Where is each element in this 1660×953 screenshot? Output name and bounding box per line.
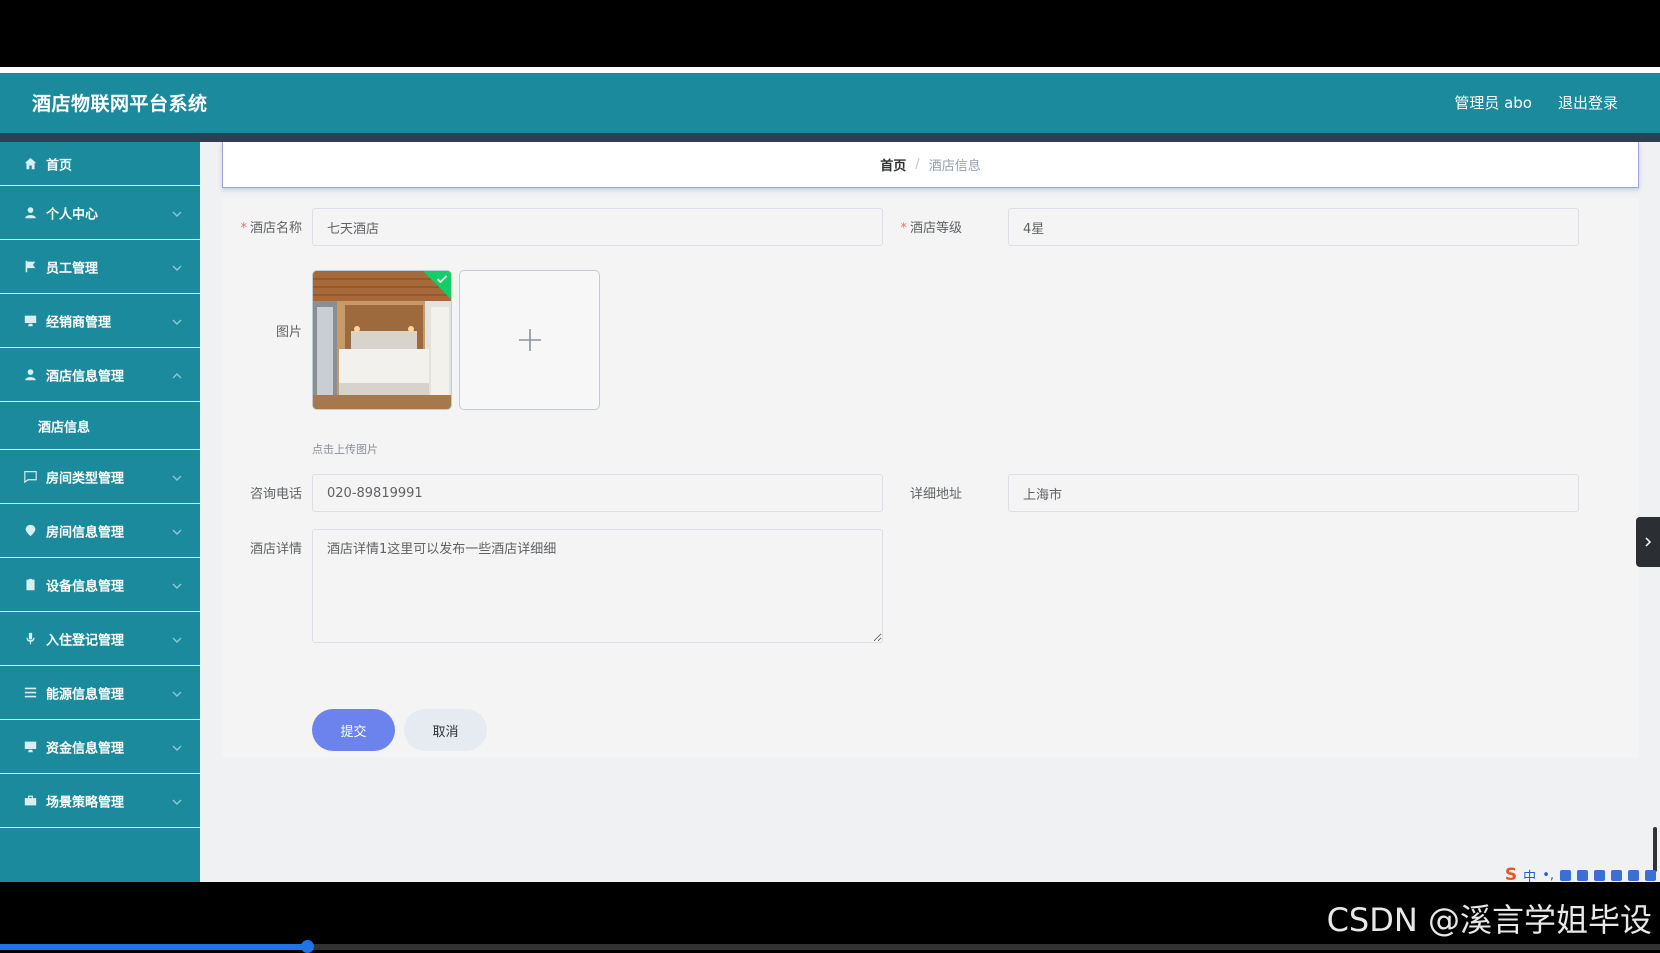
ime-lang[interactable]: 中	[1523, 866, 1536, 883]
video-progress-fill	[0, 944, 308, 950]
sidebar-item-checkin[interactable]: 入住登记管理	[0, 612, 200, 666]
sidebar-item-room-info[interactable]: 房间信息管理	[0, 504, 200, 558]
phone-label: 咨询电话	[249, 487, 302, 502]
header-divider	[0, 133, 1660, 142]
sidebar-item-home[interactable]: 首页	[0, 142, 200, 186]
breadcrumb-current: 酒店信息	[928, 159, 981, 174]
keyboard-icon[interactable]	[1594, 869, 1605, 881]
top-header: 酒店物联网平台系统 管理员 abo 退出登录	[0, 73, 1660, 133]
voice-icon[interactable]	[1577, 869, 1588, 881]
chevron-down-icon	[172, 688, 182, 698]
video-progress-handle[interactable]	[301, 940, 315, 953]
microphone-icon	[23, 632, 37, 646]
hotel-name-input[interactable]	[312, 208, 883, 246]
hotel-form: *酒店名称 *酒店等级 图片	[222, 198, 1639, 758]
detail-label: 酒店详情	[249, 542, 302, 557]
sidebar-item-personal-center[interactable]: 个人中心	[0, 186, 200, 240]
sidebar-item-label: 房间类型管理	[46, 471, 125, 486]
chevron-down-icon	[172, 262, 182, 272]
monitor-icon	[23, 740, 37, 754]
home-icon	[23, 157, 37, 171]
app-title: 酒店物联网平台系统	[32, 93, 208, 115]
breadcrumb-home[interactable]: 首页	[880, 155, 906, 174]
sidebar-item-label: 个人中心	[46, 207, 99, 222]
chevron-up-icon	[172, 370, 182, 380]
sidebar-item-hotel-info[interactable]: 酒店信息管理	[0, 348, 200, 402]
breadcrumb: 首页 / 酒店信息	[222, 142, 1639, 188]
sidebar-item-label: 能源信息管理	[46, 687, 125, 702]
submenu-item-hotel-info[interactable]: 酒店信息	[0, 402, 200, 450]
ime-toolbar[interactable]: S 中 •,	[1505, 865, 1656, 882]
detail-textarea[interactable]: 酒店详情1这里可以发布一些酒店详细细	[312, 529, 883, 643]
user-icon[interactable]	[1611, 869, 1622, 881]
user-icon	[23, 368, 37, 382]
main-content: 首页 / 酒店信息 *酒店名称 *酒店等级 图片	[200, 142, 1660, 882]
hotel-level-input[interactable]	[1008, 208, 1579, 246]
sidebar-item-staff[interactable]: 员工管理	[0, 240, 200, 294]
sidebar-item-label: 入住登记管理	[46, 633, 125, 648]
sidebar-item-energy[interactable]: 能源信息管理	[0, 666, 200, 720]
submenu-item-label: 酒店信息	[38, 420, 91, 435]
sidebar-item-label: 设备信息管理	[46, 579, 125, 594]
uploaded-hotel-image[interactable]	[312, 270, 452, 410]
watermark: CSDN @溪言学姐毕设	[1326, 901, 1652, 939]
check-icon	[436, 275, 448, 284]
sidebar-item-dealer[interactable]: 经销商管理	[0, 294, 200, 348]
chevron-down-icon	[172, 472, 182, 482]
sidebar-item-scene-strategy[interactable]: 场景策略管理	[0, 774, 200, 828]
screen: 酒店物联网平台系统 管理员 abo 退出登录 首页 个人中心 员工管理 经销商管…	[0, 0, 1660, 953]
user-icon	[23, 206, 37, 220]
sidebar-item-label: 房间信息管理	[46, 525, 125, 540]
chevron-down-icon	[172, 796, 182, 806]
upload-image-button[interactable]	[459, 270, 600, 410]
sidebar: 首页 个人中心 员工管理 经销商管理 酒店信息管理 酒店信息 房间类型管理 房间…	[0, 142, 200, 882]
chevron-down-icon	[172, 742, 182, 752]
sidebar-item-room-type[interactable]: 房间类型管理	[0, 450, 200, 504]
upload-hint: 点击上传图片	[312, 443, 378, 456]
cancel-button[interactable]: 取消	[404, 709, 487, 751]
current-user: 管理员 abo	[1454, 94, 1532, 112]
grid-icon[interactable]	[1645, 869, 1656, 881]
chevron-down-icon	[172, 316, 182, 326]
chevron-down-icon	[172, 580, 182, 590]
phone-input[interactable]	[312, 474, 883, 512]
sidebar-item-label: 酒店信息管理	[46, 369, 125, 384]
hotel-name-label: * 酒店名称	[240, 221, 302, 236]
monitor-icon	[23, 314, 37, 328]
address-label: 详细地址	[909, 487, 962, 502]
sidebar-item-label: 场景策略管理	[46, 795, 125, 810]
ime-punct[interactable]: •,	[1542, 868, 1554, 883]
flag-icon	[23, 260, 37, 274]
chevron-down-icon	[172, 208, 182, 218]
skin-icon[interactable]	[1628, 869, 1639, 881]
message-icon	[23, 470, 37, 484]
breadcrumb-separator: /	[915, 157, 920, 172]
ime-logo: S	[1504, 865, 1518, 882]
address-input[interactable]	[1008, 474, 1579, 512]
sidebar-item-funds[interactable]: 资金信息管理	[0, 720, 200, 774]
chevron-right-icon	[1645, 537, 1652, 547]
briefcase-icon	[23, 794, 37, 808]
plus-icon	[518, 329, 541, 351]
submit-button[interactable]: 提交	[312, 709, 395, 751]
chevron-down-icon	[172, 526, 182, 536]
menu-icon	[23, 686, 37, 700]
required-mark: *	[240, 221, 247, 236]
sidebar-item-label: 首页	[46, 158, 73, 173]
sidebar-item-label: 经销商管理	[46, 315, 112, 330]
chevron-down-icon	[172, 634, 182, 644]
hotel-level-label: * 酒店等级	[900, 221, 962, 236]
emoji-icon[interactable]	[1560, 869, 1571, 881]
side-drawer-toggle[interactable]	[1636, 517, 1660, 567]
image-label: 图片	[275, 325, 302, 340]
hotel-room-photo	[313, 271, 451, 409]
sidebar-item-label: 资金信息管理	[46, 741, 125, 756]
clipboard-icon	[23, 578, 37, 592]
sidebar-item-device-info[interactable]: 设备信息管理	[0, 558, 200, 612]
app-window: 酒店物联网平台系统 管理员 abo 退出登录 首页 个人中心 员工管理 经销商管…	[0, 67, 1660, 882]
logout-link[interactable]: 退出登录	[1558, 92, 1618, 113]
sidebar-item-label: 员工管理	[46, 261, 99, 276]
location-icon	[23, 524, 37, 538]
required-mark: *	[900, 221, 907, 236]
